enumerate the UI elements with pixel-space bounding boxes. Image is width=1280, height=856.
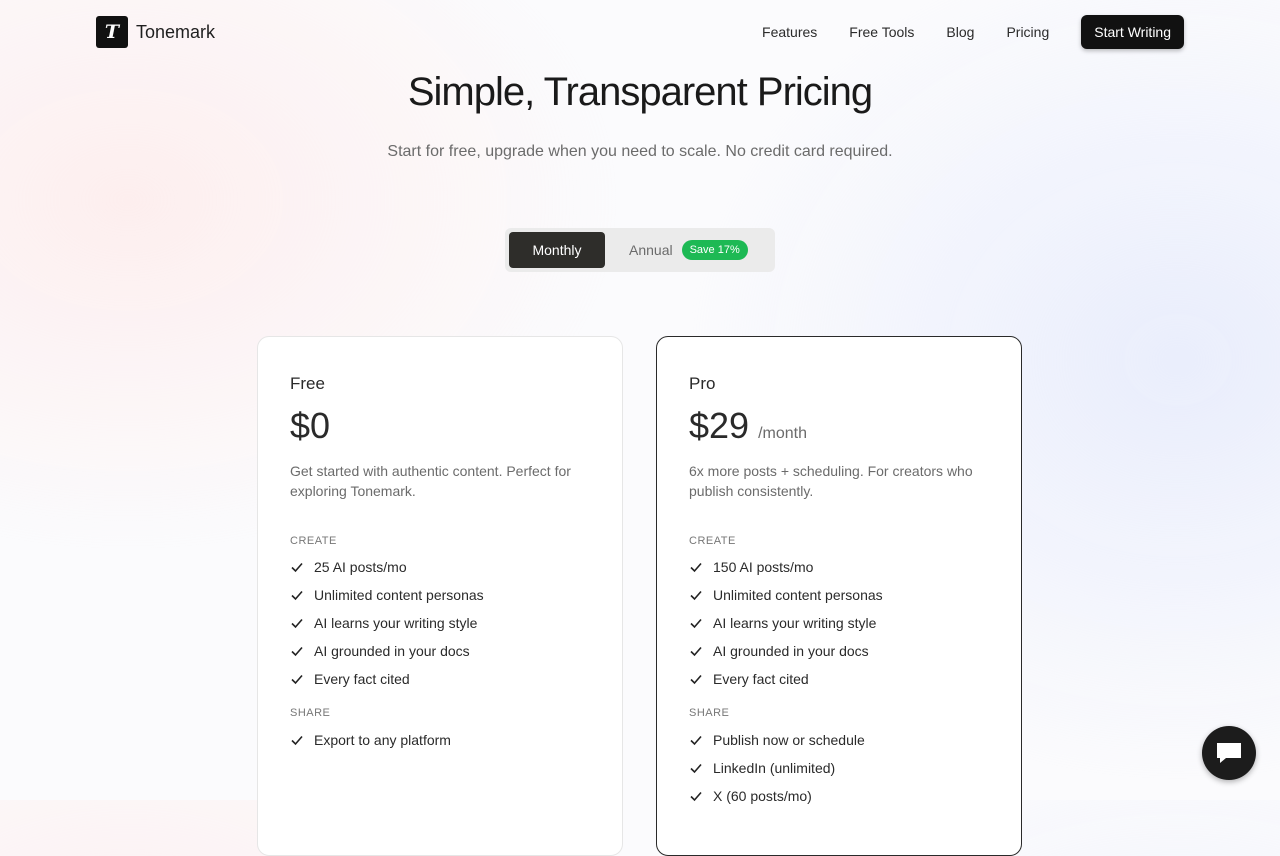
feature-item: AI learns your writing style xyxy=(689,613,876,633)
feature-item: AI learns your writing style xyxy=(290,613,477,633)
brand-name: Tonemark xyxy=(136,21,216,42)
chat-widget-button[interactable] xyxy=(1202,726,1256,780)
feature-item: Every fact cited xyxy=(290,669,410,689)
save-badge: Save 17% xyxy=(681,240,748,260)
site-header: T Tonemark Features Free Tools Blog Pric… xyxy=(0,0,1280,64)
feature-item: X (60 posts/mo) xyxy=(689,786,812,806)
feature-item: 25 AI posts/mo xyxy=(290,557,407,577)
check-icon xyxy=(291,674,303,685)
feature-item: 150 AI posts/mo xyxy=(689,557,813,577)
check-icon xyxy=(690,791,702,802)
check-icon xyxy=(690,763,702,774)
logo-mark: T xyxy=(96,16,128,48)
plan-description: 6x more posts + scheduling. For creators… xyxy=(689,463,973,499)
chat-bubble-icon xyxy=(1217,743,1241,763)
nav-pricing[interactable]: Pricing xyxy=(1006,24,1049,40)
section-title: SHARE xyxy=(290,707,331,719)
check-icon xyxy=(291,618,303,629)
price-row: $29 /month xyxy=(689,405,807,447)
section-title: CREATE xyxy=(290,535,337,547)
page-title: Simple, Transparent Pricing xyxy=(407,70,873,114)
plan-name: Pro xyxy=(689,374,716,393)
feature-item: Unlimited content personas xyxy=(290,585,484,605)
plan-name: Free xyxy=(290,374,325,393)
annual-label: Annual xyxy=(629,242,673,258)
billing-toggle: Monthly Annual Save 17% xyxy=(505,228,775,272)
main-nav: Features Free Tools Blog Pricing Start W… xyxy=(762,15,1184,49)
check-icon xyxy=(690,590,702,601)
feature-item: AI grounded in your docs xyxy=(290,641,470,661)
logo[interactable]: T Tonemark xyxy=(96,16,215,48)
check-icon xyxy=(291,562,303,573)
check-icon xyxy=(291,590,303,601)
price-row: $0 xyxy=(290,405,330,447)
feature-item: AI grounded in your docs xyxy=(689,641,869,661)
page-subtitle: Start for free, upgrade when you need to… xyxy=(387,143,893,160)
check-icon xyxy=(690,674,702,685)
check-icon xyxy=(690,646,702,657)
annual-option[interactable]: Annual Save 17% xyxy=(629,232,748,268)
check-icon xyxy=(690,735,702,746)
section-title: CREATE xyxy=(689,535,736,547)
price-period: /month xyxy=(758,425,807,442)
plan-price: $29 xyxy=(689,405,750,446)
start-writing-button[interactable]: Start Writing xyxy=(1081,15,1184,49)
feature-item: Every fact cited xyxy=(689,669,809,689)
nav-blog[interactable]: Blog xyxy=(946,24,974,40)
section-title: SHARE xyxy=(689,707,730,719)
plan-price: $0 xyxy=(290,405,331,446)
plan-description: Get started with authentic content. Perf… xyxy=(290,463,571,499)
check-icon xyxy=(291,735,303,746)
feature-item: Publish now or schedule xyxy=(689,730,865,750)
plan-card-free: Free $0 Get started with authentic conte… xyxy=(257,336,623,856)
monthly-option[interactable]: Monthly xyxy=(509,232,605,268)
check-icon xyxy=(690,618,702,629)
check-icon xyxy=(291,646,303,657)
feature-item: Export to any platform xyxy=(290,730,451,750)
nav-features[interactable]: Features xyxy=(762,24,817,40)
check-icon xyxy=(690,562,702,573)
feature-item: Unlimited content personas xyxy=(689,585,883,605)
feature-item: LinkedIn (unlimited) xyxy=(689,758,835,778)
plan-card-pro: Pro $29 /month 6x more posts + schedulin… xyxy=(656,336,1022,856)
nav-free-tools[interactable]: Free Tools xyxy=(849,24,914,40)
